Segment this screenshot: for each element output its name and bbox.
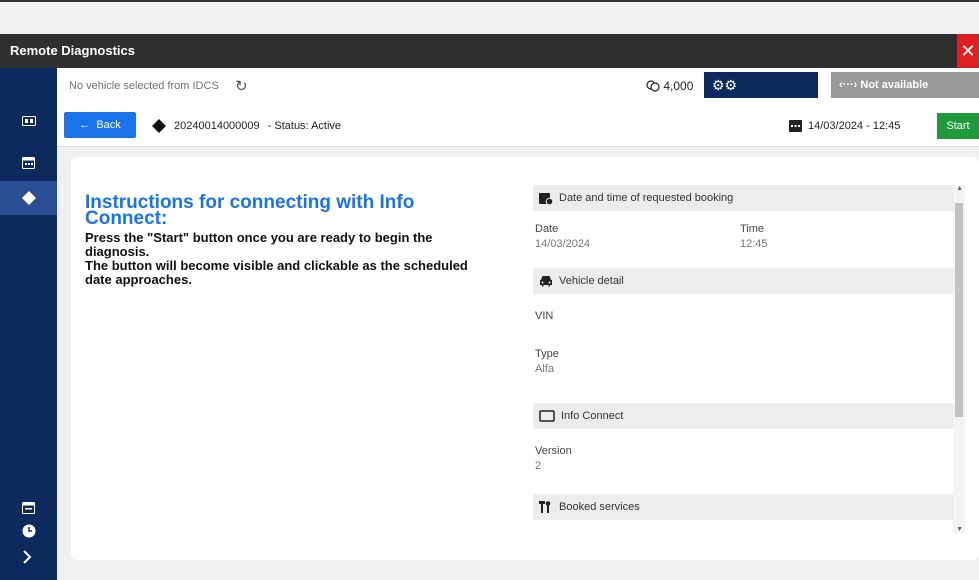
datetime-value: 14/03/2024 - 12:45 [808, 119, 901, 132]
booking-datetime: 14/03/2024 - 12:45 [789, 119, 900, 132]
connection-status-button[interactable]: ‹···› Not available [831, 72, 979, 98]
booking-fields: Date 14/03/2024 Time 12:45 [533, 211, 965, 250]
coins-icon [646, 80, 660, 92]
device-button[interactable]: ⚙⚙ [704, 72, 818, 98]
back-label: Back [96, 119, 121, 131]
version-value: 2 [535, 460, 542, 472]
vehicle-section-title: Vehicle detail [559, 275, 624, 287]
vehicle-card-icon [22, 116, 36, 126]
date-field: Date 14/03/2024 [535, 223, 740, 250]
sidebar-item-calendar[interactable] [0, 145, 57, 179]
window-titlebar: Remote Diagnostics ✕ [0, 34, 979, 68]
booking-bar: ← Back 20240014000009 - Status: Active 1… [57, 106, 979, 147]
clock-icon [22, 524, 36, 538]
main-area: No vehicle selected from IDCS ↻ 4,000 ⚙⚙… [57, 68, 979, 580]
type-label: Type [535, 348, 559, 360]
scroll-down-icon[interactable]: ▼ [956, 526, 963, 533]
date-label: Date [535, 223, 559, 235]
instructions-panel: Instructions for connecting with Info Co… [85, 192, 495, 287]
vin-field: VIN [533, 294, 965, 322]
time-field: Time 12:45 [740, 223, 945, 250]
no-vehicle-text: No vehicle selected from IDCS [69, 80, 219, 92]
close-button[interactable]: ✕ [957, 34, 979, 68]
instructions-line-2: The button will become visible and click… [85, 258, 468, 287]
refresh-icon[interactable]: ↻ [235, 77, 248, 95]
booking-section-title: Date and time of requested booking [559, 192, 734, 204]
type-value: Alfa [535, 363, 554, 375]
chevron-right-icon [23, 550, 32, 564]
tag-icon [22, 191, 36, 205]
sidebar-expand[interactable] [0, 540, 57, 574]
details-scrollbar[interactable]: ▲ ▼ [953, 185, 965, 533]
scroll-up-icon[interactable]: ▲ [956, 185, 963, 192]
scrollbar-thumb[interactable] [955, 203, 963, 417]
booking-info: 20240014000009 - Status: Active [152, 119, 341, 133]
back-button[interactable]: ← Back [64, 112, 136, 138]
vehicle-bar: No vehicle selected from IDCS ↻ 4,000 ⚙⚙… [57, 68, 979, 107]
vehicle-section-header: Vehicle detail [533, 268, 965, 294]
details-panel[interactable]: Date and time of requested booking Date … [533, 185, 965, 533]
credits-value: 4,000 [663, 79, 694, 93]
time-label: Time [740, 223, 765, 235]
vin-label: VIN [535, 310, 554, 322]
calendar-small-icon [22, 501, 35, 514]
instructions-line-1: Press the "Start" button once you are re… [85, 230, 433, 259]
sidebar-item-vehicle[interactable] [0, 104, 57, 138]
type-field: Type Alfa [533, 322, 965, 375]
credits-display: 4,000 [646, 79, 693, 93]
booking-status: - Status: Active [267, 120, 342, 132]
services-section-title: Booked services [559, 501, 640, 513]
calendar-icon [22, 156, 35, 169]
sidebar [0, 68, 57, 580]
booking-section-header: Date and time of requested booking [533, 185, 965, 211]
connection-arrows-icon: ‹···› [839, 79, 858, 91]
instructions-title: Instructions for connecting with Info Co… [85, 192, 415, 229]
car-icon [540, 276, 552, 287]
arrow-left-icon: ← [79, 119, 91, 131]
content-card: Instructions for connecting with Info Co… [71, 157, 979, 560]
window-title: Remote Diagnostics [10, 43, 135, 58]
tag-icon [152, 119, 166, 133]
device-connector-icon: ⚙⚙ [712, 77, 738, 93]
tools-icon [539, 501, 551, 513]
infoconnect-section-title: Info Connect [561, 410, 624, 422]
services-section-header: Booked services [533, 494, 965, 520]
version-field: Version 2 [533, 429, 965, 472]
time-value: 12:45 [740, 238, 768, 250]
date-value: 14/03/2024 [535, 238, 591, 250]
infoconnect-section-header: Info Connect [533, 403, 965, 429]
calendar-icon [789, 120, 802, 132]
sidebar-item-booking[interactable] [0, 181, 57, 215]
calendar-clock-icon [539, 192, 553, 205]
tablet-icon [539, 410, 555, 422]
version-label: Version [535, 445, 572, 457]
booking-id: 20240014000009 [174, 120, 260, 132]
connection-status-label: Not available [860, 79, 929, 91]
start-button[interactable]: Start [937, 113, 979, 139]
top-strip [0, 0, 979, 34]
